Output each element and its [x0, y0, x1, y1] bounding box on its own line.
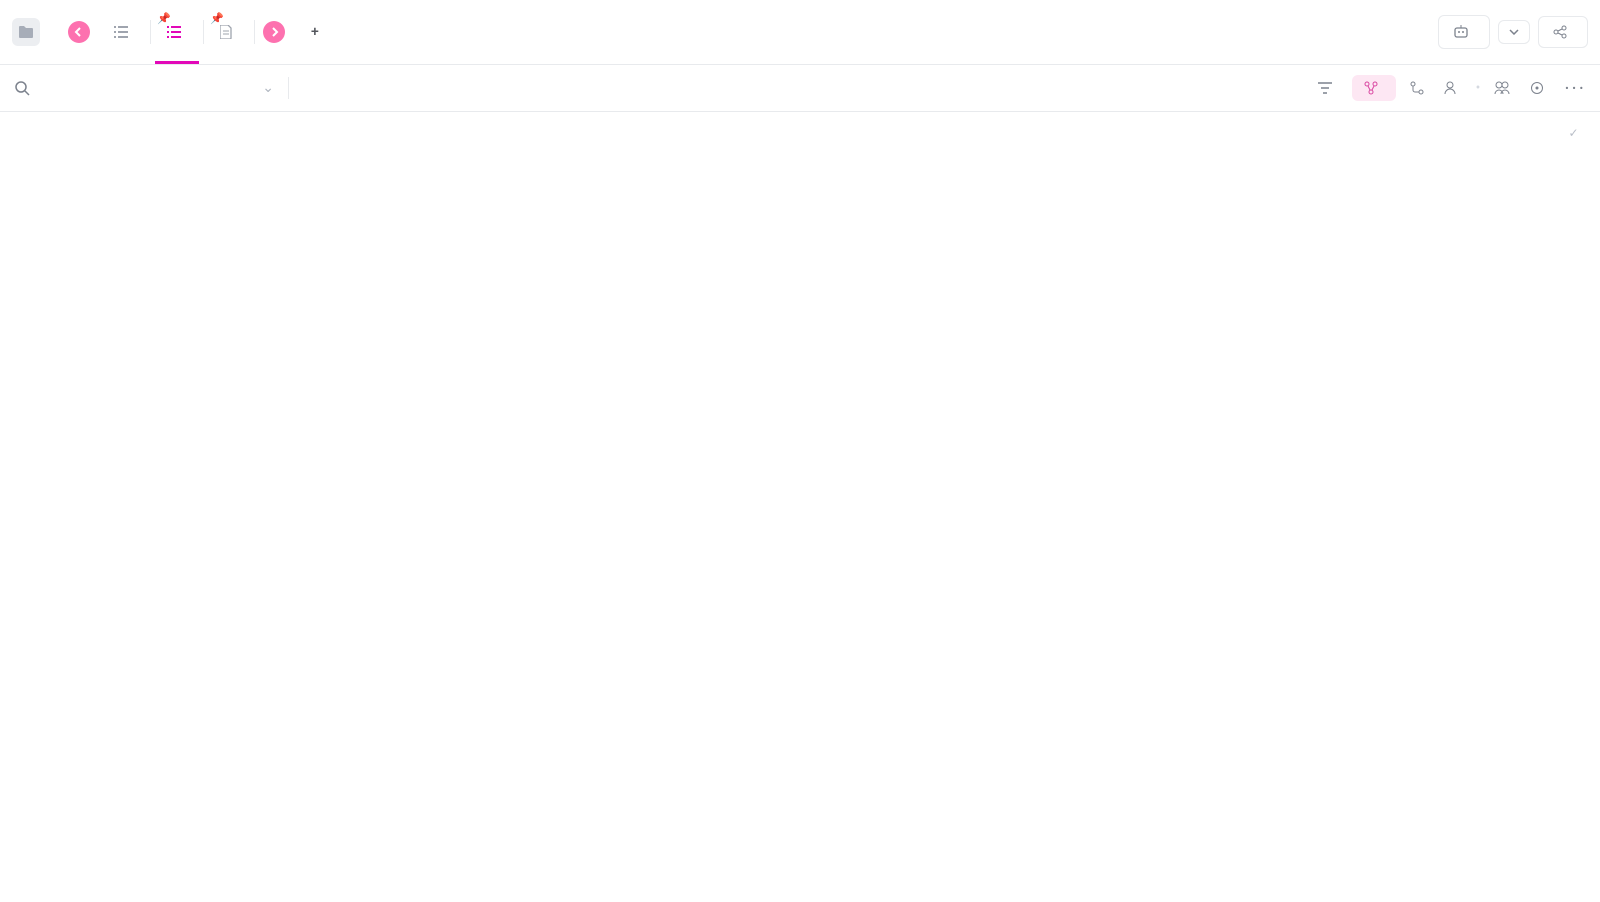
group-by-button[interactable] — [1352, 75, 1396, 101]
toolbar: ⌄ • ··· — [0, 65, 1600, 112]
share-icon — [1553, 25, 1567, 39]
list-icon — [114, 26, 128, 38]
chevron-down-icon[interactable]: ⌄ — [262, 80, 274, 96]
tab-how-to-use[interactable]: 📌 — [204, 8, 254, 56]
assignees-button[interactable] — [1494, 81, 1516, 95]
topbar: 📌 📌 + — [0, 0, 1600, 65]
folder-icon[interactable] — [12, 18, 40, 46]
tab-tasks-by-department[interactable]: 📌 — [151, 8, 203, 56]
nav-back-button[interactable] — [68, 21, 90, 43]
subtasks-icon — [1410, 81, 1424, 95]
list-icon — [167, 26, 181, 38]
search-input[interactable] — [38, 80, 254, 96]
filter-button[interactable] — [1318, 82, 1338, 94]
subtasks-button[interactable] — [1410, 81, 1430, 95]
pin-icon: 📌 — [210, 12, 224, 25]
filter-icon — [1318, 82, 1332, 94]
divider — [254, 20, 255, 44]
view-tabs: 📌 📌 — [98, 8, 255, 56]
nav-forward-button[interactable] — [263, 21, 285, 43]
me-button[interactable] — [1444, 81, 1462, 95]
show-button[interactable] — [1530, 81, 1550, 95]
automate-button[interactable] — [1438, 15, 1490, 49]
pin-icon: 📌 — [157, 12, 171, 25]
doc-icon — [220, 25, 232, 39]
group-icon — [1364, 81, 1378, 95]
users-icon — [1494, 81, 1510, 95]
circle-dot-icon — [1530, 81, 1544, 95]
show-closed-button[interactable]: ✓ — [0, 112, 1600, 154]
more-button[interactable]: ··· — [1564, 76, 1586, 100]
automate-dropdown[interactable] — [1498, 20, 1530, 44]
add-view-button[interactable]: + — [297, 16, 339, 48]
plus-icon: + — [311, 24, 319, 40]
tab-list[interactable] — [98, 8, 150, 56]
share-button[interactable] — [1538, 16, 1588, 48]
search-icon — [14, 80, 30, 96]
robot-icon — [1453, 24, 1469, 40]
user-icon — [1444, 81, 1456, 95]
search-wrap: ⌄ — [14, 80, 274, 96]
chevron-down-icon — [1509, 29, 1519, 35]
divider — [288, 77, 289, 99]
